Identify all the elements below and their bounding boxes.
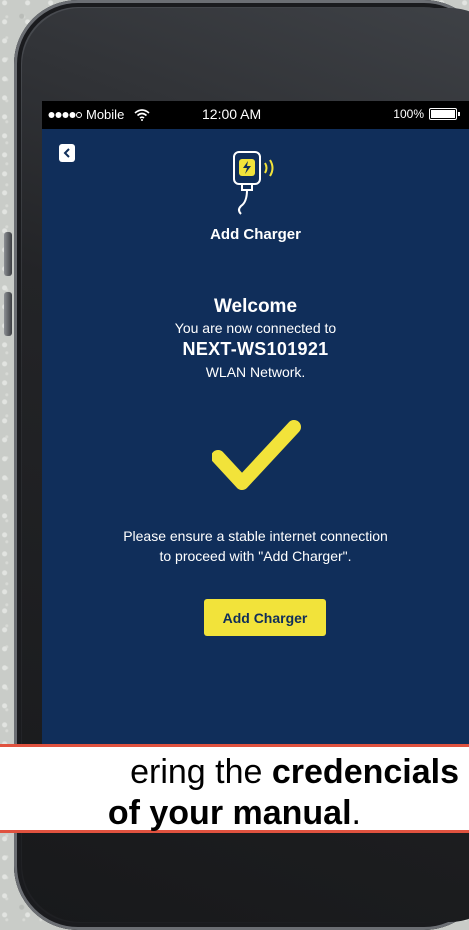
caption-line-1-bold: credencials (271, 753, 459, 791)
caption-line-2-text: . (351, 794, 361, 832)
carrier-label: Mobile (86, 107, 125, 122)
note-line-1: Please ensure a stable internet connecti… (123, 528, 388, 544)
back-chevron-icon (63, 148, 70, 158)
wifi-icon (134, 108, 150, 121)
network-name: NEXT-WS101921 (182, 339, 329, 359)
instruction-caption: ering the credencials of your manual. (0, 744, 469, 833)
signal-dots-icon (48, 111, 82, 118)
battery-status: 100% (393, 107, 460, 121)
volume-up-button (4, 232, 12, 276)
volume-down-button (4, 292, 12, 336)
caption-line-1-text: ering the (130, 753, 272, 791)
connection-note: Please ensure a stable internet connecti… (42, 526, 469, 566)
caption-line-2-bold: of your manual (107, 794, 352, 832)
connected-text: You are now connected to (174, 320, 337, 336)
app-screen: Mobile 12:00 AM 100% Add Charger Welcome… (42, 101, 469, 761)
battery-percent: 100% (393, 107, 424, 121)
page-title: Add Charger (210, 226, 301, 243)
status-bar: Mobile 12:00 AM 100% (42, 101, 469, 129)
network-suffix: WLAN Network. (205, 364, 306, 380)
back-button[interactable] (59, 144, 75, 162)
carrier-info: Mobile (48, 107, 150, 122)
checkmark-icon (212, 420, 301, 490)
charger-wifi-icon (233, 151, 274, 215)
battery-icon (429, 108, 460, 120)
add-charger-button[interactable]: Add Charger (204, 599, 326, 636)
note-line-2: to proceed with "Add Charger". (159, 548, 352, 564)
status-time: 12:00 AM (202, 106, 262, 122)
caption-line-2: of your manual. (108, 793, 361, 833)
caption-line-1: ering the credencials (130, 752, 459, 792)
welcome-heading: Welcome (213, 296, 298, 317)
